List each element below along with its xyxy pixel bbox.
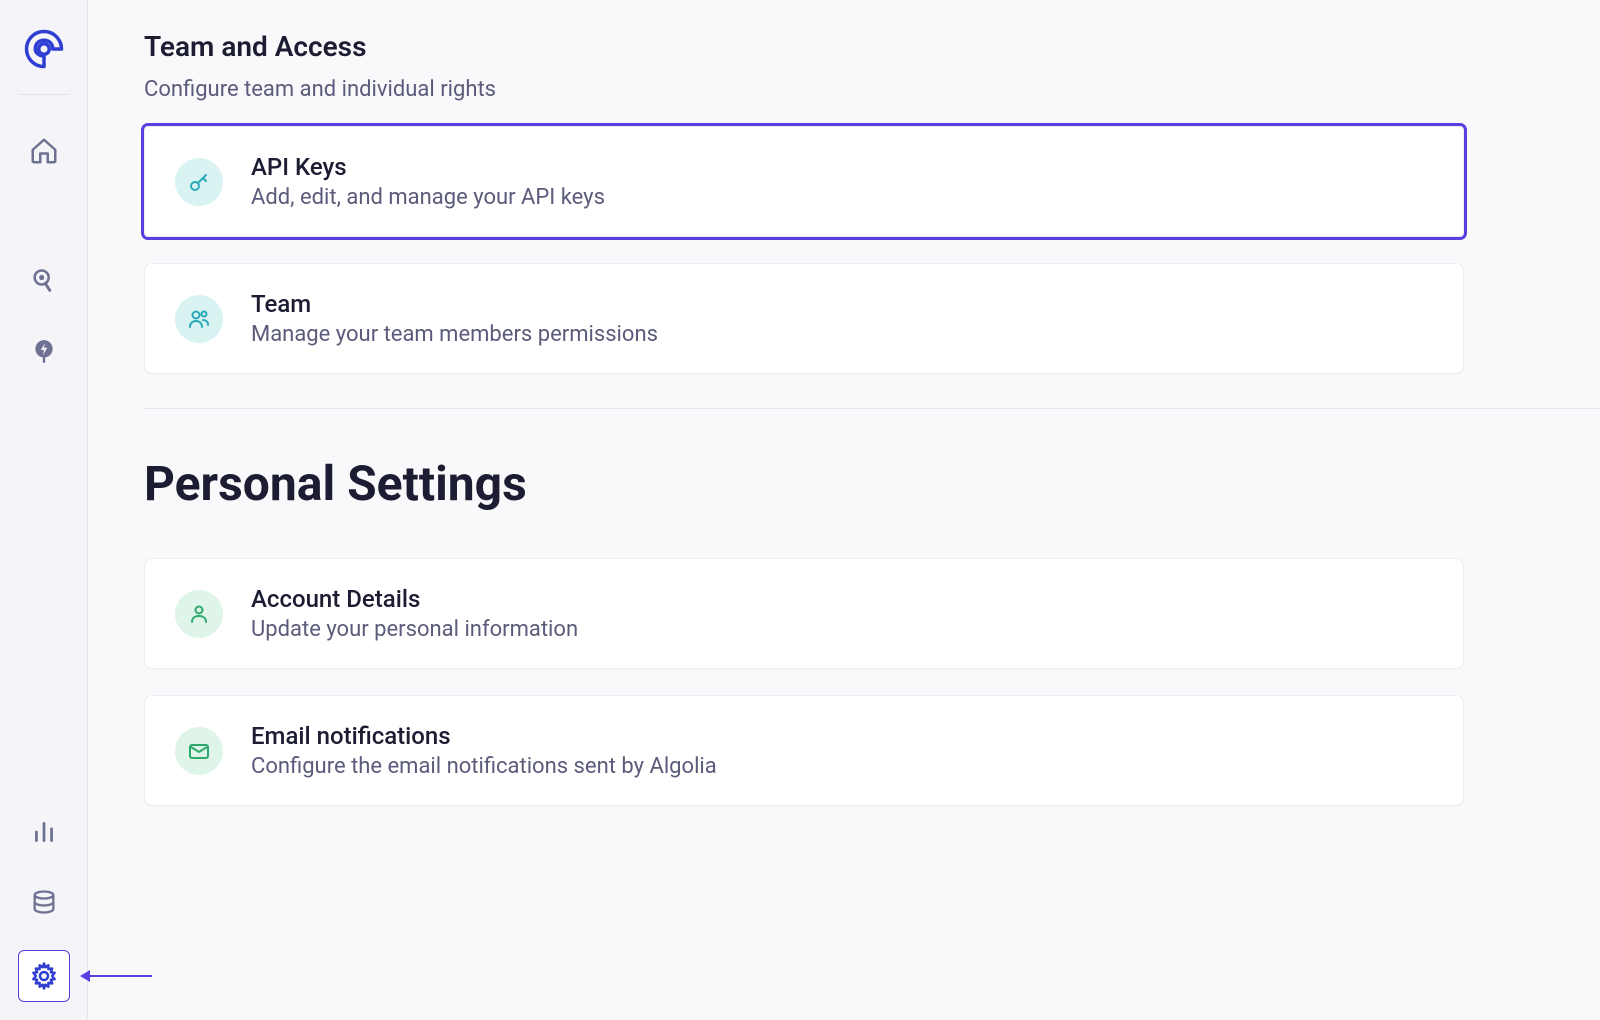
sidebar (0, 0, 88, 1020)
section-title-team-access: Team and Access (144, 30, 1600, 63)
card-email-notifications[interactable]: Email notifications Configure the email … (144, 695, 1464, 806)
card-account-details[interactable]: Account Details Update your personal inf… (144, 558, 1464, 669)
card-title: Team (251, 290, 658, 318)
divider (144, 408, 1600, 409)
card-title: Email notifications (251, 722, 717, 750)
key-icon (175, 158, 223, 206)
sidebar-divider (18, 94, 70, 95)
sidebar-item-settings[interactable] (18, 950, 70, 1002)
section-title-personal-settings: Personal Settings (144, 455, 1600, 512)
card-title: API Keys (251, 153, 605, 181)
card-title: Account Details (251, 585, 578, 613)
card-desc: Configure the email notifications sent b… (251, 754, 717, 779)
section-subtitle-team-access: Configure team and individual rights (144, 77, 1600, 102)
card-desc: Add, edit, and manage your API keys (251, 185, 605, 210)
sidebar-item-data[interactable] (22, 880, 66, 924)
main-content: Team and Access Configure team and indiv… (88, 0, 1600, 1020)
sidebar-item-home[interactable] (22, 129, 66, 173)
sidebar-item-search[interactable] (22, 259, 66, 303)
annotation-arrow (80, 970, 152, 982)
sidebar-item-analytics[interactable] (22, 810, 66, 854)
team-icon (175, 295, 223, 343)
sidebar-item-bolt[interactable] (22, 329, 66, 373)
mail-icon (175, 727, 223, 775)
card-desc: Update your personal information (251, 617, 578, 642)
user-icon (175, 590, 223, 638)
card-api-keys[interactable]: API Keys Add, edit, and manage your API … (144, 126, 1464, 237)
card-team[interactable]: Team Manage your team members permission… (144, 263, 1464, 374)
card-desc: Manage your team members permissions (251, 322, 658, 347)
algolia-logo[interactable] (23, 28, 65, 74)
